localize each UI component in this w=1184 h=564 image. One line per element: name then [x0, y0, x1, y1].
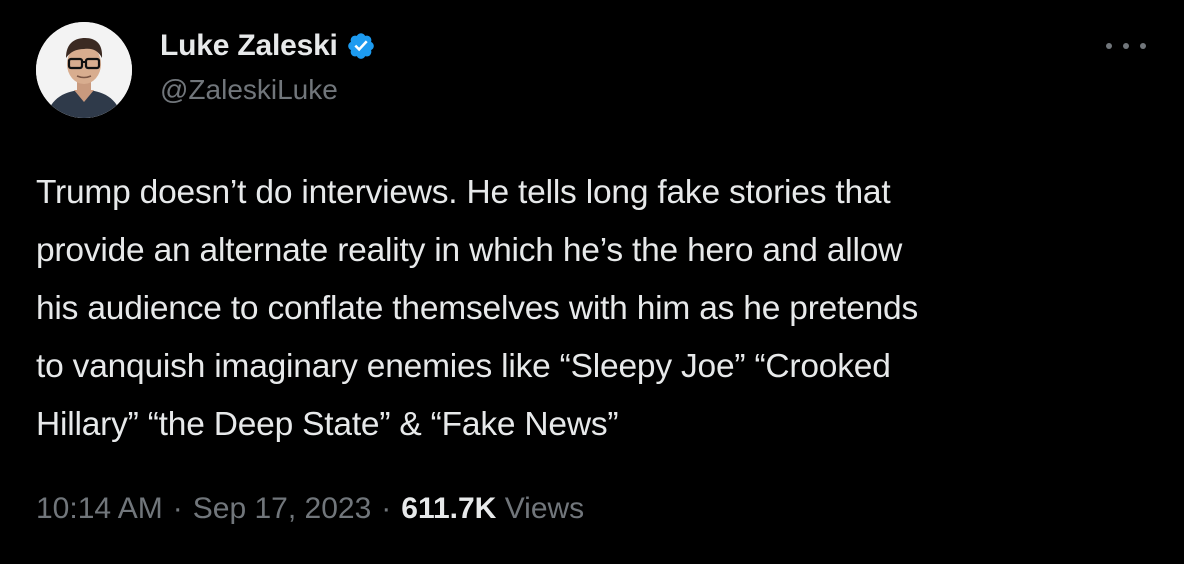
more-dot-icon [1106, 43, 1112, 49]
tweet-text: Trump doesn’t do interviews. He tells lo… [36, 174, 919, 443]
avatar-image [36, 22, 132, 118]
views-label: Views [504, 492, 585, 525]
avatar[interactable] [36, 22, 132, 118]
meta-separator: · [381, 492, 392, 525]
author-block: Luke Zaleski @ZaleskiLuke [160, 26, 376, 106]
views: 611.7K Views [401, 492, 584, 526]
author-handle[interactable]: @ZaleskiLuke [160, 74, 376, 106]
views-count: 611.7K [401, 492, 497, 525]
more-dot-icon [1123, 43, 1129, 49]
tweet-date[interactable]: Sep 17, 2023 [193, 492, 372, 526]
more-options-button[interactable] [1106, 34, 1146, 58]
meta-separator: · [172, 492, 183, 525]
verified-badge-icon[interactable] [346, 31, 376, 61]
tweet-card: Luke Zaleski @ZaleskiLuke Trump doesn’t … [0, 0, 1184, 564]
name-row: Luke Zaleski [160, 26, 376, 66]
tweet-time[interactable]: 10:14 AM [36, 492, 163, 526]
tweet-meta: 10:14 AM · Sep 17, 2023 · 611.7K Views [36, 492, 584, 526]
more-dot-icon [1140, 43, 1146, 49]
author-display-name[interactable]: Luke Zaleski [160, 29, 338, 63]
